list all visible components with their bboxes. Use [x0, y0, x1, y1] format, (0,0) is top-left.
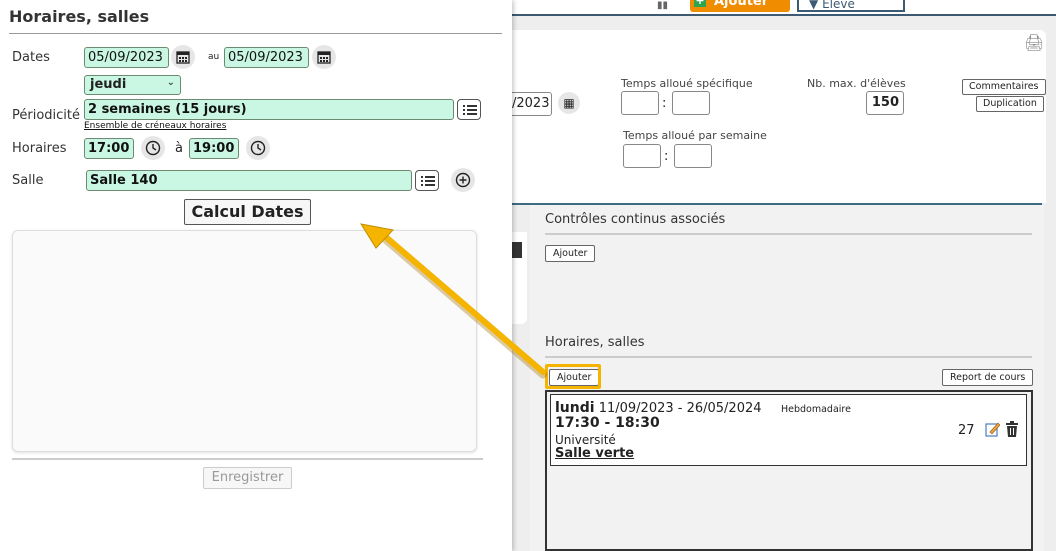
annotation-arrow [359, 223, 548, 379]
